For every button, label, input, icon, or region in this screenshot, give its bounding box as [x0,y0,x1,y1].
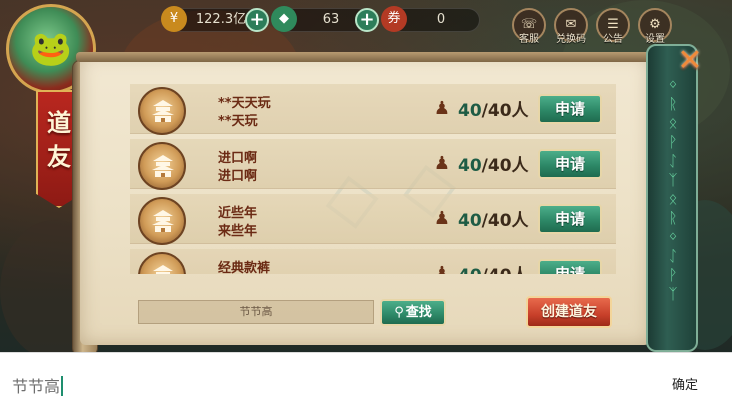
ime-text-field[interactable]: 节节高 [12,373,64,397]
club-badge [138,87,186,135]
pagoda-icon [152,210,174,232]
text-caret [61,376,64,396]
jade-counter: ◆ 63 + [271,6,379,32]
pagoda-icon [152,155,174,177]
coupon-icon: 券 [381,6,407,32]
apply-button[interactable]: 申请 [538,204,602,234]
gold-counter: ¥ 122.3亿 + [161,6,269,32]
club-name: 经典款裤 [218,261,271,274]
banner-char-1: 道 [47,108,71,137]
customer-service-label: 客服 [519,34,539,45]
jade-rune-decoration: ᛜᚱᛟᚹᛇᛉᛟᚱᛜᛇᚹᛉ [668,76,678,303]
ime-text: 节节高 [12,377,61,396]
member-icon: ♟ [433,263,451,274]
member-max: 40人 [487,211,529,231]
club-name: 进口啊 [218,151,258,166]
apply-button[interactable]: 申请 [538,94,602,124]
member-icon: ♟ [433,98,451,119]
club-list[interactable]: **天天玩 **天玩 ♟ 40/40人 申请 进口啊 进口啊 ♟ 40/40人 … [130,84,616,274]
coupon-amount: 0 [436,12,446,27]
add-gold-button[interactable]: + [245,8,269,32]
apply-button[interactable]: 申请 [538,259,602,274]
member-current: 40 [458,211,482,231]
member-max: 40人 [488,266,529,274]
redeem-code-label: 兑换码 [556,34,586,45]
club-badge [138,252,186,274]
member-current: 40 [458,101,482,121]
member-current: 40 [458,266,482,274]
close-button[interactable]: ✕ [674,46,706,78]
member-count: 40/40人 [458,101,529,121]
pagoda-icon [152,100,174,122]
find-button-label: 查找 [405,305,432,320]
gold-coin-icon: ¥ [161,6,187,32]
coupon-counter: 券 0 [381,6,480,32]
club-badge [138,197,186,245]
member-count: 40/40人 [458,261,529,274]
club-owner: 来些年 [218,224,258,239]
club-row: **天天玩 **天玩 ♟ 40/40人 申请 [130,84,616,135]
member-icon: ♟ [433,153,451,174]
apply-button[interactable]: 申请 [538,149,602,179]
member-max: 40人 [487,156,529,176]
settings-label: 设置 [645,34,665,45]
club-row: 经典款裤 ♟ 40/40人 申请 [130,249,616,274]
member-count: 40/40人 [458,211,529,231]
pagoda-icon [153,265,173,274]
gold-amount: 122.3亿 [195,12,247,27]
find-button[interactable]: ⚲ 查找 [380,299,446,326]
club-owner: 进口啊 [218,169,258,184]
club-search-input[interactable]: 节节高 [138,300,374,324]
club-row: 近些年 来些年 ♟ 40/40人 申请 [130,194,616,245]
member-current: 40 [458,156,482,176]
member-count: 40/40人 [458,156,529,176]
jade-amount: 63 [322,12,340,27]
member-max: 40人 [487,101,529,121]
jade-icon: ◆ [271,6,297,32]
club-name: 近些年 [218,206,258,221]
ime-input-bar: 节节高 确定 [0,352,732,412]
scroll-top-edge [76,52,654,62]
club-row: 进口啊 进口啊 ♟ 40/40人 申请 [130,139,616,190]
club-owner: **天玩 [218,114,258,129]
search-icon: ⚲ [394,305,404,320]
ime-confirm-button[interactable]: 确定 [660,375,710,397]
create-club-button[interactable]: 创建道友 [526,296,612,328]
scroll-right-rod: ᛜᚱᛟᚹᛇᛉᛟᚱᛜᛇᚹᛉ [646,44,698,352]
add-jade-button[interactable]: + [355,8,379,32]
resource-bar: ¥ 122.3亿 + ◆ 63 + 券 0 [161,6,480,34]
announcement-label: 公告 [603,34,623,45]
club-badge [138,142,186,190]
top-icon-labels: 客服 兑换码 公告 设置 [512,30,672,45]
banner-char-2: 友 [47,142,71,171]
club-name: **天天玩 [218,96,271,111]
member-icon: ♟ [433,208,451,229]
